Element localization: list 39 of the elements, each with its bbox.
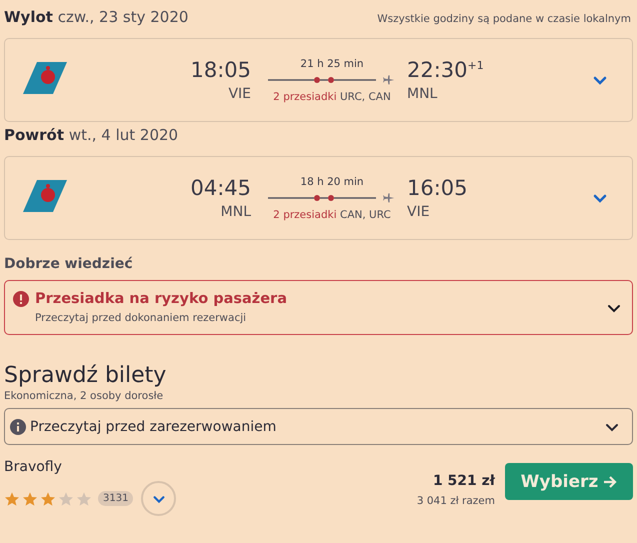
departure-time: 04:45 [190, 176, 251, 200]
total-price: 3 041 zł razem [416, 494, 495, 506]
airport-code: VIE [407, 204, 430, 220]
plane-icon [382, 190, 396, 204]
stops-info: 2 przesiadki CAN, URC [273, 208, 391, 220]
arrow-right-icon [603, 474, 618, 488]
info-dropdown[interactable]: Przeczytaj przed zarezerwowaniem [4, 408, 633, 445]
review-count: 3131 [98, 491, 134, 506]
leg-heading: Powrót wt., 4 lut 2020 [4, 126, 178, 144]
airline-logo-icon [23, 180, 67, 212]
airport-code: VIE [228, 86, 251, 102]
airport-code: MNL [220, 204, 251, 220]
arrival-time: 22:30$^{+1}$ [407, 58, 484, 82]
star-icon [40, 490, 56, 506]
info-icon [10, 418, 26, 434]
flight-duration: 21 h 25 min [300, 58, 364, 70]
leg-heading: Wylot czw., 23 sty 2020 [4, 8, 188, 26]
price: 1 521 zł [432, 472, 495, 488]
flight-duration: 18 h 20 min [300, 176, 364, 188]
plane-icon [382, 72, 396, 86]
more-button[interactable] [141, 481, 176, 516]
empty-star-icon [58, 490, 74, 506]
warning-text: Przeczytaj przed dokonaniem rezerwacji [35, 312, 248, 324]
warning-icon [13, 291, 29, 307]
departure-time: 18:05 [190, 58, 251, 82]
fare-details: Ekonomiczna, 2 osoby dorosłe [4, 390, 164, 402]
warning-title: Przesiadka na ryzyko pasażera [35, 291, 288, 307]
provider-name: Bravofly [4, 459, 63, 475]
section-heading: Dobrze wiedzieć [4, 256, 134, 272]
warning-panel[interactable]: Przesiadka na ryzyko pasażera Przeczytaj przed dokonaniem rezerwacji [4, 280, 633, 335]
timezone-note: Wszystkie godziny są podane w czasie lokalnym [377, 13, 632, 25]
airline-logo-icon [23, 62, 67, 94]
stops-info: 2 przesiadki URC, CAN [273, 90, 391, 102]
empty-star-icon [76, 490, 92, 506]
airport-code: MNL [407, 86, 438, 102]
star-icon [22, 490, 38, 506]
star-icon [4, 490, 20, 506]
section-title: Sprawdź bilety [4, 363, 168, 388]
arrival-time: 16:05 [407, 176, 468, 200]
